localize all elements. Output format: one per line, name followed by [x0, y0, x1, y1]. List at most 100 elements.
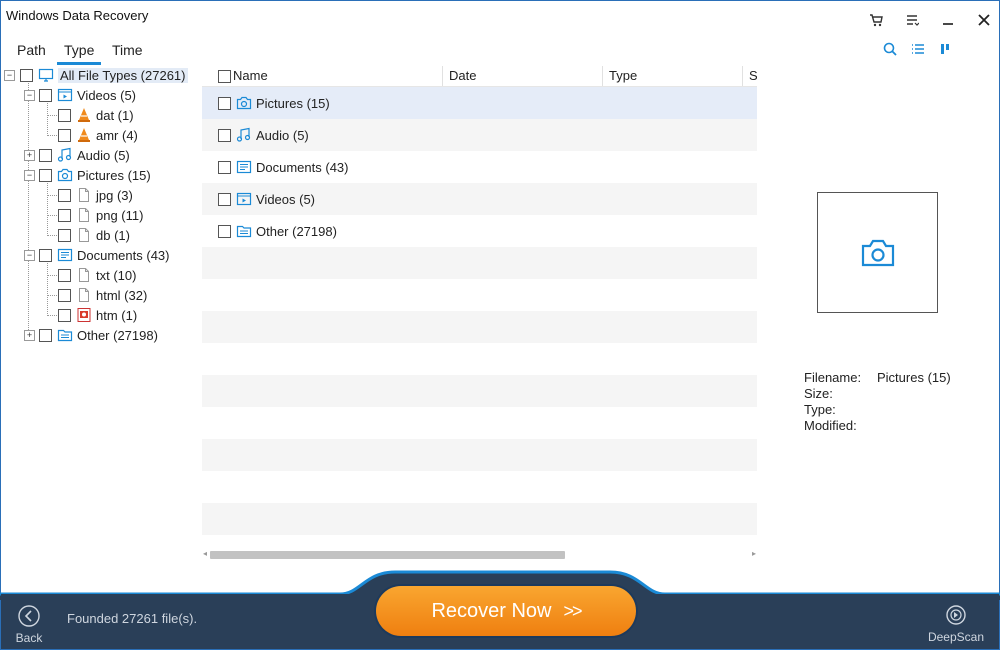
document-icon: [236, 159, 252, 175]
tree-item-jpg[interactable]: jpg (3): [58, 186, 133, 204]
tree-item-png[interactable]: png (11): [58, 206, 143, 224]
type-label: Type:: [804, 402, 836, 417]
tree-checkbox[interactable]: [20, 68, 33, 82]
folder-list-icon: [57, 327, 73, 343]
tree-item-label: png (11): [96, 207, 144, 223]
minimize-icon[interactable]: [936, 8, 960, 32]
tree-item-label: db (1): [96, 227, 130, 243]
tree-item-db[interactable]: db (1): [58, 226, 130, 244]
recover-label: Recover Now: [431, 599, 552, 622]
row-checkbox[interactable]: [218, 96, 231, 110]
tree-item-videos[interactable]: Videos (5): [39, 86, 136, 104]
scroll-right-arrow-icon[interactable]: ▸: [752, 549, 756, 558]
recover-now-button[interactable]: Recover Now >>: [376, 586, 636, 636]
video-icon: [236, 191, 252, 207]
row-name: Pictures (15): [256, 95, 330, 111]
title-bar: Windows Data Recovery: [0, 0, 1000, 36]
deepscan-button[interactable]: DeepScan: [926, 603, 986, 644]
detail-view-icon[interactable]: [938, 41, 956, 59]
tree-checkbox[interactable]: [58, 128, 71, 142]
file-icon: [76, 207, 92, 223]
tree-item-documents[interactable]: Documents (43): [39, 246, 169, 264]
tree-checkbox[interactable]: [58, 188, 71, 202]
modified-label: Modified:: [804, 418, 857, 433]
search-icon[interactable]: [882, 41, 900, 59]
tree-checkbox[interactable]: [58, 308, 71, 322]
list-row-videos[interactable]: Videos (5): [202, 183, 757, 215]
deepscan-icon: [946, 605, 966, 625]
row-name: Documents (43): [256, 159, 349, 175]
empty-row: [202, 375, 757, 407]
tree-item-other[interactable]: Other (27198): [39, 326, 158, 344]
window-title: Windows Data Recovery: [6, 8, 149, 23]
row-checkbox[interactable]: [218, 192, 231, 206]
tree-item-label: amr (4): [96, 127, 138, 143]
column-header-name[interactable]: Name: [227, 66, 443, 86]
tree-item-txt[interactable]: txt (10): [58, 266, 136, 284]
file-icon: [76, 227, 92, 243]
video-icon: [57, 87, 73, 103]
tree-collapse-toggle[interactable]: −: [24, 170, 35, 181]
tree-checkbox[interactable]: [58, 108, 71, 122]
tree-checkbox[interactable]: [58, 268, 71, 282]
row-name: Other (27198): [256, 223, 337, 239]
tree-checkbox[interactable]: [39, 168, 52, 182]
vlc-cone-icon: [76, 127, 92, 143]
tab-type[interactable]: Type: [57, 40, 102, 65]
tree-checkbox[interactable]: [58, 228, 71, 242]
tree-item-audio[interactable]: Audio (5): [39, 146, 130, 164]
row-checkbox[interactable]: [218, 160, 231, 174]
tree-item-htm[interactable]: htm (1): [58, 306, 137, 324]
list-row-documents[interactable]: Documents (43): [202, 151, 757, 183]
tree-collapse-toggle[interactable]: −: [24, 90, 35, 101]
tree-item-amr[interactable]: amr (4): [58, 126, 138, 144]
tree-collapse-toggle[interactable]: −: [24, 250, 35, 261]
tree-item-label: Videos (5): [77, 87, 137, 103]
column-header-type[interactable]: Type: [602, 66, 743, 86]
music-note-icon: [57, 147, 73, 163]
list-row-pictures[interactable]: Pictures (15): [202, 87, 757, 119]
tab-time[interactable]: Time: [105, 40, 150, 62]
camera-icon: [861, 239, 894, 266]
tree-item-label: Other (27198): [77, 327, 158, 343]
camera-icon: [57, 167, 73, 183]
list-header: Name Date Type S: [202, 66, 757, 87]
row-checkbox[interactable]: [218, 128, 231, 142]
scrollbar-thumb[interactable]: [210, 551, 565, 559]
horizontal-scrollbar[interactable]: ◂ ▸: [202, 549, 757, 561]
empty-row: [202, 311, 757, 343]
monitor-icon: [38, 67, 54, 83]
tree-item-html[interactable]: html (32): [58, 286, 147, 304]
found-status: Founded 27261 file(s).: [67, 611, 198, 626]
tree-checkbox[interactable]: [39, 88, 52, 102]
scroll-left-arrow-icon[interactable]: ◂: [203, 549, 207, 558]
tree-collapse-toggle[interactable]: −: [4, 70, 15, 81]
list-row-audio[interactable]: Audio (5): [202, 119, 757, 151]
column-header-date[interactable]: Date: [442, 66, 603, 86]
tree-checkbox[interactable]: [58, 288, 71, 302]
empty-row: [202, 503, 757, 535]
tree-checkbox[interactable]: [58, 208, 71, 222]
tree-item-dat[interactable]: dat (1): [58, 106, 134, 124]
tree-checkbox[interactable]: [39, 248, 52, 262]
tree-item-pictures[interactable]: Pictures (15): [39, 166, 151, 184]
tab-path[interactable]: Path: [10, 40, 53, 62]
back-label: Back: [15, 631, 43, 645]
menu-icon[interactable]: [900, 8, 924, 32]
tree-item-all-file-types[interactable]: All File Types (27261): [20, 66, 188, 84]
back-button[interactable]: Back: [14, 604, 44, 645]
file-list: Name Date Type S Pictures (15) Audio (5)…: [202, 66, 757, 562]
tree-expand-toggle[interactable]: +: [24, 150, 35, 161]
deepscan-label: DeepScan: [927, 630, 985, 644]
close-icon[interactable]: [972, 8, 996, 32]
tree-item-label: htm (1): [96, 307, 138, 323]
column-header-size[interactable]: S: [742, 66, 757, 86]
row-checkbox[interactable]: [218, 224, 231, 238]
cart-icon[interactable]: [864, 8, 888, 32]
tree-checkbox[interactable]: [39, 148, 52, 162]
tree-checkbox[interactable]: [39, 328, 52, 342]
list-view-icon[interactable]: [910, 41, 928, 59]
tree-item-label: Audio (5): [77, 147, 130, 163]
tree-expand-toggle[interactable]: +: [24, 330, 35, 341]
list-row-other[interactable]: Other (27198): [202, 215, 757, 247]
